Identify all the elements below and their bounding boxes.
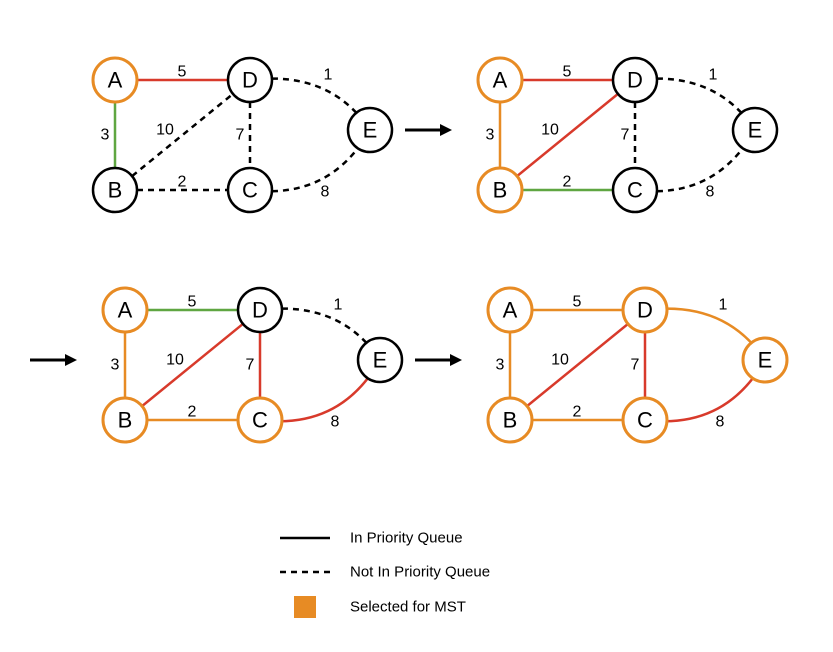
legend-selected-icon xyxy=(294,596,316,618)
weight-AB: 3 xyxy=(496,357,505,374)
weight-BC: 2 xyxy=(178,174,187,191)
legend: In Priority Queue Not In Priority Queue … xyxy=(280,530,490,619)
step-4: 5 1 3 10 7 2 8 A B C D E xyxy=(488,288,787,442)
label-A: A xyxy=(503,298,518,323)
label-A: A xyxy=(118,298,133,323)
label-D: D xyxy=(627,68,643,93)
weight-AD: 5 xyxy=(188,294,197,311)
weight-BC: 2 xyxy=(573,404,582,421)
weight-AD: 5 xyxy=(573,294,582,311)
legend-selected: Selected for MST xyxy=(350,599,466,616)
weight-AB: 3 xyxy=(111,357,120,374)
weight-BD: 10 xyxy=(166,352,184,369)
weight-DC: 7 xyxy=(631,357,640,374)
label-C: C xyxy=(637,408,653,433)
weight-DC: 7 xyxy=(246,357,255,374)
weight-DE: 1 xyxy=(709,67,718,84)
label-E: E xyxy=(363,118,378,143)
weight-BD: 10 xyxy=(156,122,174,139)
legend-not-in-queue: Not In Priority Queue xyxy=(350,564,490,581)
label-C: C xyxy=(242,178,258,203)
label-B: B xyxy=(503,408,518,433)
weight-CE: 8 xyxy=(321,184,330,201)
weight-CE: 8 xyxy=(331,414,340,431)
step-2: 5 1 3 10 7 2 8 A B C D E xyxy=(478,58,777,212)
label-B: B xyxy=(493,178,508,203)
legend-in-queue: In Priority Queue xyxy=(350,530,463,547)
weight-BD: 10 xyxy=(551,352,569,369)
label-E: E xyxy=(373,348,388,373)
label-C: C xyxy=(252,408,268,433)
label-A: A xyxy=(108,68,123,93)
mst-diagram: 5 1 3 10 7 2 8 A B C D E 5 1 3 10 7 2 8 … xyxy=(0,0,833,647)
step-1: 5 1 3 10 7 2 8 A B C D E xyxy=(93,58,392,212)
arrow-3 xyxy=(415,354,462,366)
weight-BC: 2 xyxy=(188,404,197,421)
label-D: D xyxy=(637,298,653,323)
weight-AD: 5 xyxy=(178,64,187,81)
arrow-1 xyxy=(405,124,452,136)
weight-DC: 7 xyxy=(621,127,630,144)
weight-DE: 1 xyxy=(324,67,333,84)
label-A: A xyxy=(493,68,508,93)
label-B: B xyxy=(118,408,133,433)
arrow-2 xyxy=(30,354,77,366)
weight-CE: 8 xyxy=(716,414,725,431)
weight-DC: 7 xyxy=(236,127,245,144)
weight-CE: 8 xyxy=(706,184,715,201)
weight-DE: 1 xyxy=(334,297,343,314)
weight-AB: 3 xyxy=(101,127,110,144)
label-D: D xyxy=(242,68,258,93)
step-3: 5 1 3 10 7 2 8 A B C D E xyxy=(103,288,402,442)
label-E: E xyxy=(758,348,773,373)
label-E: E xyxy=(748,118,763,143)
weight-AB: 3 xyxy=(486,127,495,144)
label-B: B xyxy=(108,178,123,203)
weight-DE: 1 xyxy=(719,297,728,314)
weight-BD: 10 xyxy=(541,122,559,139)
weight-BC: 2 xyxy=(563,174,572,191)
label-D: D xyxy=(252,298,268,323)
label-C: C xyxy=(627,178,643,203)
weight-AD: 5 xyxy=(563,64,572,81)
